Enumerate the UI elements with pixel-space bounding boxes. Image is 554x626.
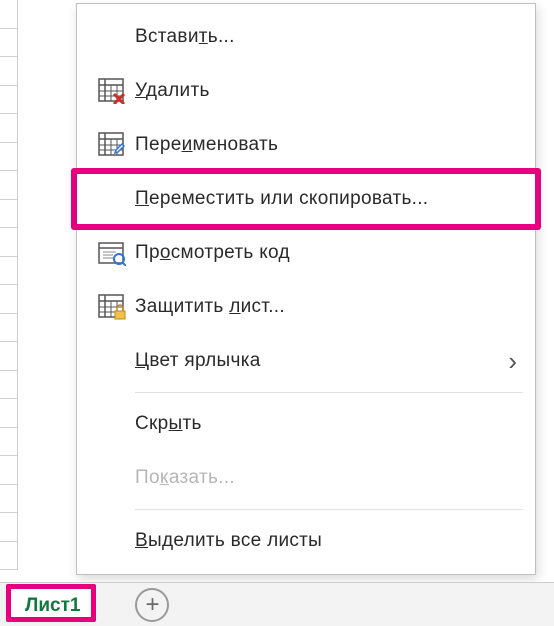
menu-item-select-all[interactable]: Выделить все листы [77,514,535,568]
menu-item-label: Выделить все листы [135,530,517,552]
menu-item-protect[interactable]: Защитить лист... [77,280,535,334]
menu-item-label: Вставить... [135,26,517,48]
menu-item-label: Удалить [135,80,517,102]
menu-item-label: Просмотреть код [135,242,517,264]
menu-item-label: Цвет ярлычка [135,350,508,372]
protect-sheet-icon [89,294,135,320]
sheet-context-menu: Вставить... Удалить [76,3,536,575]
chevron-right-icon: › [508,346,517,377]
menu-item-label: Переместить или скопировать... [135,188,517,210]
sheet-tab-active[interactable]: Лист1 [10,588,95,621]
rename-sheet-icon [89,132,135,158]
menu-item-label: Показать... [135,467,517,489]
add-sheet-button[interactable]: + [135,588,169,622]
view-code-icon [89,240,135,266]
sheet-tab-bar: Лист1 + [0,582,554,626]
menu-item-delete[interactable]: Удалить [77,64,535,118]
menu-item-label: Скрыть [135,413,517,435]
plus-icon: + [145,593,159,617]
delete-sheet-icon [89,78,135,104]
menu-item-tab-color[interactable]: Цвет ярлычка › [77,334,535,388]
row-gutter [0,0,18,570]
menu-item-view-code[interactable]: Просмотреть код [77,226,535,280]
menu-item-show: Показать... [77,451,535,505]
menu-item-hide[interactable]: Скрыть [77,397,535,451]
menu-item-rename[interactable]: Переименовать [77,118,535,172]
menu-item-move-copy[interactable]: Переместить или скопировать... [77,172,535,226]
menu-item-label: Защитить лист... [135,296,517,318]
menu-item-insert[interactable]: Вставить... [77,10,535,64]
menu-item-label: Переименовать [135,134,517,156]
separator [135,509,523,510]
separator [135,392,523,393]
